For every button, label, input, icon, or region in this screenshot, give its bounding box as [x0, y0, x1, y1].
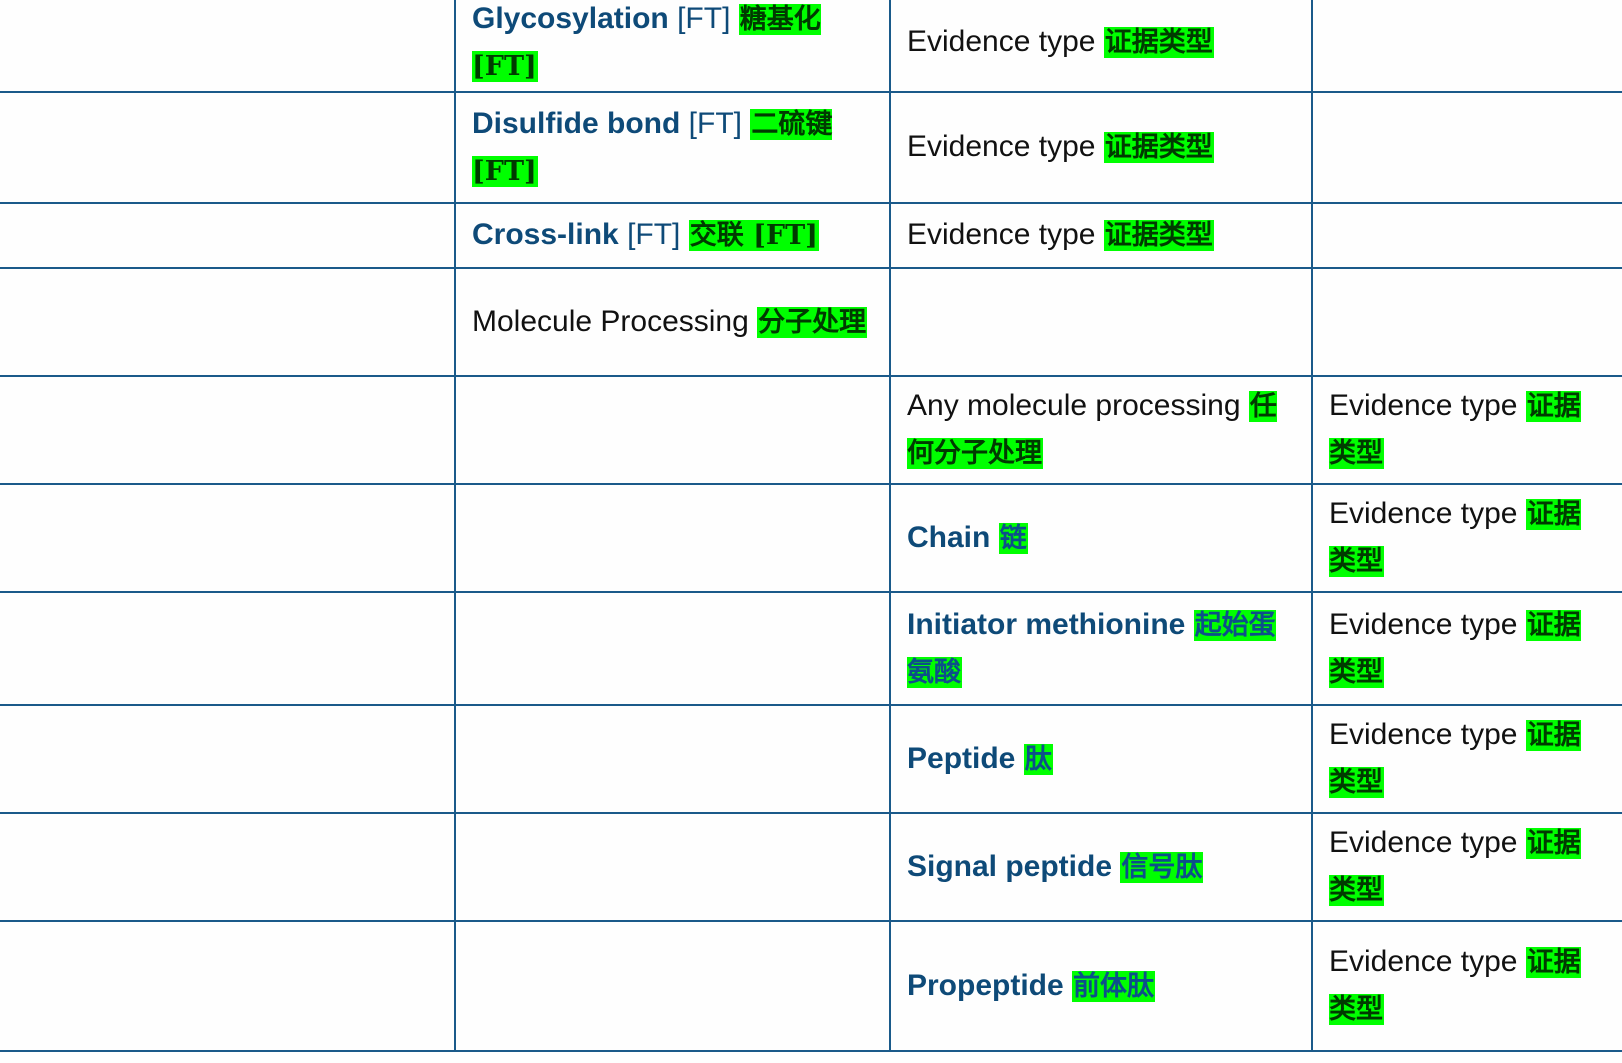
- field-cell: Glycosylation [FT] 糖基化 [FT]: [454, 0, 890, 93]
- table-row: Cross-link [FT] 交联 [FT] Evidence type 证据…: [0, 203, 1622, 269]
- table-row: Molecule Processing 分子处理: [0, 268, 1622, 377]
- table-row: Chain 链 Evidence type 证据类型: [0, 484, 1622, 593]
- table-row: Peptide 肽 Evidence type 证据类型: [0, 705, 1622, 814]
- field-cell: Chain 链: [889, 484, 1312, 593]
- empty-cell: [1311, 0, 1622, 93]
- field-cell: Propeptide 前体肽: [889, 921, 1312, 1052]
- field-link-signal-peptide[interactable]: Signal peptide: [907, 850, 1112, 883]
- chinese-translation: 证据类型: [1103, 132, 1214, 163]
- table-row: Any molecule processing 任何分子处理 Evidence …: [0, 376, 1622, 485]
- category-label: Molecule Processing: [472, 304, 749, 338]
- empty-cell: [0, 203, 455, 269]
- empty-cell: [0, 376, 455, 485]
- evidence-type-label[interactable]: Evidence type: [907, 130, 1095, 163]
- field-cell: Cross-link [FT] 交联 [FT]: [454, 203, 890, 269]
- empty-cell: [454, 705, 890, 814]
- table-row: Propeptide 前体肽 Evidence type 证据类型: [0, 921, 1622, 1052]
- table-row: Initiator methionine 起始蛋氨酸 Evidence type…: [0, 592, 1622, 706]
- evidence-cell: Evidence type 证据类型: [1311, 705, 1622, 814]
- field-cell: Initiator methionine 起始蛋氨酸: [889, 592, 1312, 706]
- field-cell: Any molecule processing 任何分子处理: [889, 376, 1312, 485]
- field-link-cross-link[interactable]: Cross-link: [472, 218, 619, 251]
- empty-cell: [454, 592, 890, 706]
- field-link-peptide[interactable]: Peptide: [907, 742, 1015, 775]
- evidence-type-label[interactable]: Evidence type: [1329, 945, 1517, 978]
- evidence-cell: Evidence type 证据类型: [1311, 376, 1622, 485]
- evidence-type-label[interactable]: Evidence type: [1329, 718, 1517, 751]
- ft-tag: [FT]: [627, 218, 681, 251]
- evidence-cell: Evidence type 证据类型: [889, 203, 1312, 269]
- evidence-type-label[interactable]: Evidence type: [1329, 497, 1517, 530]
- empty-cell: [1311, 203, 1622, 269]
- table-row: Signal peptide 信号肽 Evidence type 证据类型: [0, 813, 1622, 922]
- evidence-cell: Evidence type 证据类型: [1311, 813, 1622, 922]
- evidence-type-label[interactable]: Evidence type: [1329, 608, 1517, 641]
- chinese-translation: 分子处理: [757, 306, 868, 338]
- chinese-translation: 证据类型: [1103, 220, 1214, 251]
- empty-cell: [0, 268, 455, 377]
- empty-cell: [0, 92, 455, 204]
- empty-cell: [454, 921, 890, 1052]
- empty-cell: [454, 376, 890, 485]
- empty-cell: [454, 813, 890, 922]
- any-molecule-processing-label[interactable]: Any molecule processing: [907, 389, 1241, 422]
- evidence-cell: Evidence type 证据类型: [889, 92, 1312, 204]
- ft-tag: [FT]: [677, 1, 731, 35]
- chinese-translation: 信号肽: [1120, 851, 1204, 883]
- chinese-translation: 交联 [FT]: [688, 220, 819, 251]
- chinese-translation: 链: [998, 522, 1028, 554]
- evidence-cell: Evidence type 证据类型: [1311, 484, 1622, 593]
- evidence-type-label[interactable]: Evidence type: [907, 218, 1095, 251]
- evidence-type-label[interactable]: Evidence type: [907, 25, 1095, 58]
- ft-tag: [FT]: [688, 106, 742, 140]
- chinese-translation: 前体肽: [1072, 970, 1156, 1002]
- evidence-type-label[interactable]: Evidence type: [1329, 389, 1517, 422]
- evidence-cell: Evidence type 证据类型: [1311, 921, 1622, 1052]
- field-link-chain[interactable]: Chain: [907, 521, 990, 554]
- field-link-disulfide-bond[interactable]: Disulfide bond: [472, 107, 680, 140]
- field-link-glycosylation[interactable]: Glycosylation: [472, 2, 669, 35]
- empty-cell: [0, 592, 455, 706]
- empty-cell: [1311, 92, 1622, 204]
- field-link-initiator-methionine[interactable]: Initiator methionine: [907, 608, 1185, 641]
- table-row: Glycosylation [FT] 糖基化 [FT] Evidence typ…: [0, 0, 1622, 93]
- empty-cell: [0, 705, 455, 814]
- evidence-cell: Evidence type 证据类型: [1311, 592, 1622, 706]
- chinese-translation: 证据类型: [1103, 27, 1214, 58]
- category-cell: Molecule Processing 分子处理: [454, 268, 890, 377]
- empty-cell: [1311, 268, 1622, 377]
- empty-cell: [0, 0, 455, 93]
- evidence-cell: Evidence type 证据类型: [889, 0, 1312, 93]
- empty-cell: [0, 921, 455, 1052]
- field-cell: Disulfide bond [FT] 二硫键 [FT]: [454, 92, 890, 204]
- empty-cell: [454, 484, 890, 593]
- evidence-type-label[interactable]: Evidence type: [1329, 826, 1517, 859]
- query-field-table: Glycosylation [FT] 糖基化 [FT] Evidence typ…: [0, 0, 1622, 1052]
- field-link-propeptide[interactable]: Propeptide: [907, 969, 1064, 1002]
- empty-cell: [0, 813, 455, 922]
- table-row: Disulfide bond [FT] 二硫键 [FT] Evidence ty…: [0, 92, 1622, 204]
- field-cell: Signal peptide 信号肽: [889, 813, 1312, 922]
- chinese-translation: 肽: [1023, 743, 1053, 775]
- field-cell: Peptide 肽: [889, 705, 1312, 814]
- empty-cell: [0, 484, 455, 593]
- empty-cell: [889, 268, 1312, 377]
